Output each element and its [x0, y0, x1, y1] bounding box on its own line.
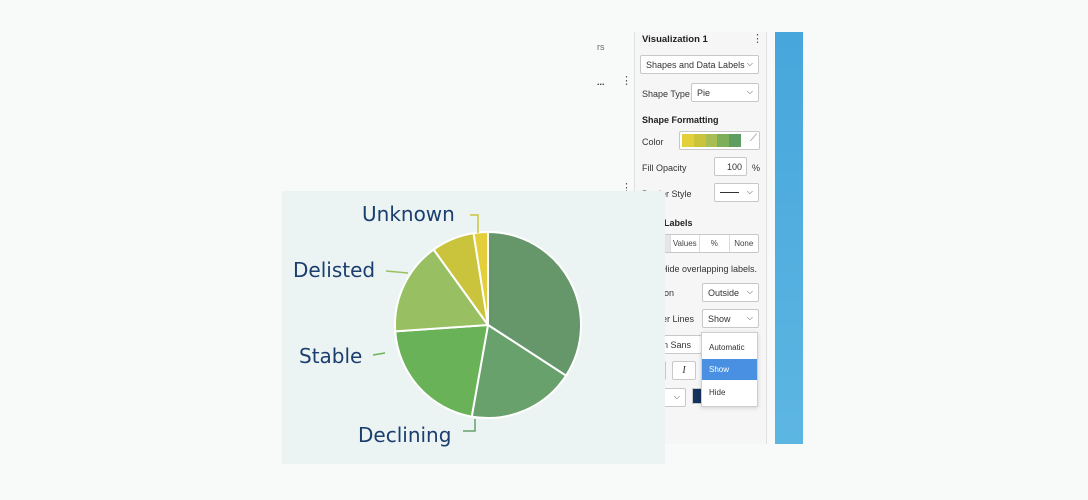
fill-opacity-label: Fill Opacity — [642, 163, 687, 173]
palette-swatch — [729, 134, 741, 147]
shape-formatting-heading: Shape Formatting — [642, 115, 719, 125]
section-dropdown[interactable]: Shapes and Data Labels ⌵ — [640, 55, 759, 74]
shape-type-select[interactable]: Pie ⌵ — [691, 83, 759, 102]
chevron-down-icon: ⌵ — [746, 313, 753, 322]
slice-label: Unknown — [362, 202, 455, 226]
slice-label: Stable — [299, 344, 362, 368]
chevron-down-icon: ⌵ — [746, 87, 753, 96]
menu-item-hide[interactable]: Hide — [702, 382, 757, 403]
label-mode-none[interactable]: None — [730, 235, 759, 252]
chevron-down-icon: ⌵ — [746, 187, 753, 196]
fill-opacity-input[interactable]: 100 — [714, 157, 747, 176]
color-palette-picker[interactable]: ⟋ — [679, 131, 760, 150]
pie-chart-card: Declining Stable Delisted Unknown — [282, 191, 665, 464]
palette-swatch — [705, 134, 718, 147]
percent-unit: % — [752, 163, 761, 173]
chevron-down-icon: ⌵ — [746, 59, 753, 68]
leader-lines-select[interactable]: Show ⌵ — [702, 309, 759, 328]
leader-line — [385, 270, 409, 274]
label-mode-values[interactable]: Values — [671, 235, 700, 252]
hide-overlap-label: Hide overlapping labels. — [661, 264, 758, 274]
magic-wand-icon[interactable]: ⟋ — [750, 133, 757, 144]
canvas-edge — [775, 32, 803, 444]
pie-chart: Declining Stable Delisted Unknown — [293, 202, 582, 447]
pane-fragment-text: ... — [597, 77, 605, 87]
leader-line — [372, 352, 386, 356]
menu-item-automatic[interactable]: Automatic — [702, 337, 757, 358]
leader-line — [470, 214, 479, 233]
color-label: Color — [642, 137, 664, 147]
chevron-down-icon: ⌵ — [746, 287, 753, 296]
italic-button[interactable]: I — [672, 361, 696, 380]
palette-swatch — [693, 134, 706, 147]
panel-title: Visualization 1 — [642, 34, 708, 45]
slice-label: Declining — [358, 423, 451, 447]
position-select[interactable]: Outside ⌵ — [702, 283, 759, 302]
border-style-select[interactable]: ⌵ — [714, 183, 759, 202]
shape-type-label: Shape Type — [642, 89, 690, 99]
label-mode-percent[interactable]: % — [700, 235, 730, 252]
shape-type-value: Pie — [697, 88, 711, 98]
more-options-icon[interactable]: ⋮ — [621, 76, 632, 87]
slice-label: Delisted — [293, 258, 375, 282]
section-dropdown-value: Shapes and Data Labels — [646, 60, 745, 70]
palette-swatch — [717, 134, 730, 147]
menu-item-show[interactable]: Show — [702, 359, 757, 380]
palette-swatch — [682, 134, 694, 147]
line-style-icon — [720, 192, 739, 193]
position-value: Outside — [708, 288, 740, 298]
pie-slices — [394, 230, 582, 419]
pie-slice[interactable] — [394, 323, 490, 418]
panel-more-icon[interactable]: ⋮ — [752, 34, 763, 45]
pane-fragment-text: rs — [597, 42, 605, 52]
chevron-down-icon: ⌵ — [673, 392, 680, 401]
leader-lines-menu: Automatic Show Hide — [701, 332, 758, 407]
leader-line — [463, 419, 476, 432]
leader-lines-value: Show — [708, 314, 731, 324]
